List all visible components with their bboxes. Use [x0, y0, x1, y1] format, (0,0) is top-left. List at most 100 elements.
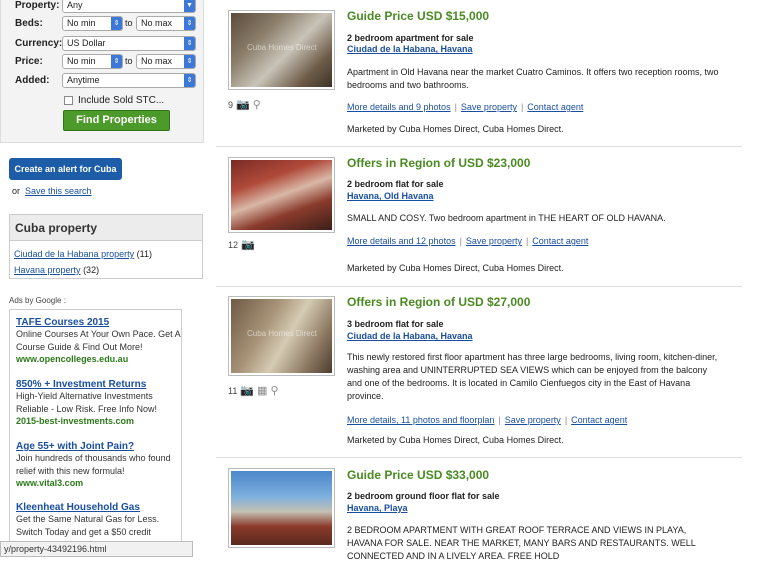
beds-max-select[interactable]: No max ⇕: [136, 16, 196, 31]
ads-label: Ads by Google :: [9, 296, 66, 305]
chevron-down-icon: ▼: [184, 0, 195, 12]
find-properties-button[interactable]: Find Properties: [63, 110, 170, 131]
listing-card: Cuba Homes Direct 9 📷 ⚲ Guide Price USD $1…: [216, 0, 742, 147]
listing-description: SMALL AND COSY. Two bedroom apartment in…: [347, 213, 666, 223]
sidebar: Property: Any ▼ Beds: No min ⇕ to No max ⇕ …: [0, 0, 210, 557]
checkbox-icon[interactable]: [64, 96, 73, 105]
save-property-link[interactable]: Save property: [466, 236, 522, 246]
listing-type: 2 bedroom apartment for sale: [347, 33, 474, 43]
listing-card: 12 📷 Offers in Region of USD $23,000 2 be…: [216, 147, 742, 287]
ad-item: Age 55+ with Joint Pain? Join hundreds o…: [16, 441, 184, 488]
currency-label: Currency:: [15, 38, 63, 49]
ad-title[interactable]: Age 55+ with Joint Pain?: [16, 441, 184, 452]
cuba-link-row: Ciudad de la Habana property (11): [14, 249, 152, 259]
listing-links: More details and 9 photos | Save property…: [347, 102, 584, 112]
listing-photo[interactable]: [228, 157, 335, 233]
listing-price[interactable]: Offers in Region of USD $23,000: [347, 156, 530, 170]
listing-links: More details and 12 photos | Save propert…: [347, 236, 589, 246]
ad-url[interactable]: 2015-best-investments.com: [16, 416, 184, 426]
marketed-by: Marketed by Cuba Homes Direct, Cuba Home…: [347, 435, 564, 445]
listing-location[interactable]: Ciudad de la Habana, Havana: [347, 44, 473, 54]
listing-photo[interactable]: [228, 468, 335, 548]
listing-price[interactable]: Guide Price USD $33,000: [347, 468, 489, 482]
ad-item: 850% + Investment Returns High-Yield Alt…: [16, 379, 184, 426]
camera-icon: 📷: [241, 239, 255, 251]
camera-icon: 📷: [236, 99, 250, 111]
ad-url[interactable]: www.vital3.com: [16, 478, 184, 488]
listing-price[interactable]: Guide Price USD $15,000: [347, 9, 489, 23]
listing-description: Apartment in Old Havana near the market …: [347, 67, 719, 90]
listing-links: More details, 11 photos and floorplan | S…: [347, 415, 628, 425]
include-sold-checkbox[interactable]: Include Sold STC...: [64, 95, 164, 106]
save-search-row: or Save this search: [12, 186, 92, 196]
property-select[interactable]: Any ▼: [62, 0, 196, 13]
beds-to-label: to: [125, 18, 133, 28]
listing-meta: 12 📷: [228, 239, 255, 251]
ad-title[interactable]: TAFE Courses 2015: [16, 317, 184, 328]
ad-description: Get the Same Natural Gas for Less. Switc…: [16, 514, 160, 537]
listing-description: 2 BEDROOM APARTMENT WITH GREAT ROOF TERR…: [347, 525, 696, 561]
more-details-link[interactable]: More details and 9 photos: [347, 102, 451, 112]
contact-agent-link[interactable]: Contact agent: [532, 236, 588, 246]
ad-url[interactable]: www.opencolleges.edu.au: [16, 354, 184, 364]
marketed-by: Marketed by Cuba Homes Direct, Cuba Home…: [347, 263, 564, 273]
save-property-link[interactable]: Save property: [461, 102, 517, 112]
stepper-icon: ⇕: [184, 17, 195, 30]
ad-description: Online Courses At Your Own Pace. Get A C…: [16, 329, 181, 352]
ad-title[interactable]: Kleenheat Household Gas: [16, 502, 184, 513]
cuba-property-box: Cuba property Ciudad de la Habana proper…: [9, 214, 203, 279]
cuba-link-row: Havana property (32): [14, 265, 100, 275]
price-max-select[interactable]: No max ⇕: [136, 54, 196, 69]
stepper-icon: ⇕: [111, 55, 122, 68]
ad-title[interactable]: 850% + Investment Returns: [16, 379, 184, 390]
listing-description: This newly restored first floor apartmen…: [347, 352, 718, 401]
ciudad-habana-link[interactable]: Ciudad de la Habana property: [14, 249, 134, 259]
create-alert-button[interactable]: Create an alert for Cuba: [9, 158, 122, 180]
listing-location[interactable]: Havana, Old Havana: [347, 191, 434, 201]
listing-photo[interactable]: Cuba Homes Direct: [228, 10, 335, 90]
price-to-label: to: [125, 56, 133, 66]
listing-price[interactable]: Offers in Region of USD $27,000: [347, 295, 530, 309]
marketed-by: Marketed by Cuba Homes Direct, Cuba Home…: [347, 124, 564, 134]
stepper-icon: ⇕: [184, 74, 195, 87]
ad-description: Join hundreds of thousands who found rel…: [16, 453, 171, 476]
beds-label: Beds:: [15, 18, 43, 29]
price-min-select[interactable]: No min ⇕: [62, 54, 123, 69]
ad-description: High-Yield Alternative Investments Relia…: [16, 391, 158, 414]
listing-location[interactable]: Havana, Playa: [347, 503, 408, 513]
contact-agent-link[interactable]: Contact agent: [527, 102, 583, 112]
beds-min-select[interactable]: No min ⇕: [62, 16, 123, 31]
floorplan-icon: ▦: [257, 385, 268, 397]
photo-watermark: Cuba Homes Direct: [247, 43, 317, 52]
listing-type: 2 bedroom flat for sale: [347, 179, 444, 189]
stepper-icon: ⇕: [184, 55, 195, 68]
contact-agent-link[interactable]: Contact agent: [571, 415, 627, 425]
search-panel: Property: Any ▼ Beds: No min ⇕ to No max ⇕ …: [0, 0, 204, 143]
ad-item: TAFE Courses 2015 Online Courses At Your…: [16, 317, 184, 364]
ad-item: Kleenheat Household Gas Get the Same Nat…: [16, 502, 184, 539]
listing-photo[interactable]: Cuba Homes Direct: [228, 296, 335, 376]
havana-link[interactable]: Havana property: [14, 265, 81, 275]
stepper-icon: ⇕: [184, 37, 195, 50]
listing-location[interactable]: Ciudad de la Habana, Havana: [347, 331, 473, 341]
listing-card: Cuba Homes Direct 11 📷 ▦ ⚲ Offers in Region…: [216, 287, 742, 458]
listing-meta: 9 📷 ⚲: [228, 99, 261, 111]
more-details-link[interactable]: More details and 12 photos: [347, 236, 456, 246]
save-property-link[interactable]: Save property: [505, 415, 561, 425]
listing-type: 2 bedroom ground floor flat for sale: [347, 491, 500, 501]
photo-watermark: Cuba Homes Direct: [247, 329, 317, 338]
added-label: Added:: [15, 75, 50, 86]
property-label: Property:: [15, 0, 60, 11]
map-pin-icon: ⚲: [252, 99, 261, 111]
stepper-icon: ⇕: [111, 17, 122, 30]
currency-select[interactable]: US Dollar ⇕: [62, 36, 196, 51]
listing-card: Guide Price USD $33,000 2 bedroom ground…: [216, 458, 742, 561]
cuba-property-title: Cuba property: [10, 215, 202, 241]
more-details-link[interactable]: More details, 11 photos and floorplan: [347, 415, 494, 425]
added-select[interactable]: Anytime ⇕: [62, 73, 196, 88]
listings-column: Cuba Homes Direct 9 📷 ⚲ Guide Price USD $1…: [216, 0, 761, 561]
listing-meta: 11 📷 ▦ ⚲: [228, 385, 279, 397]
save-search-link[interactable]: Save this search: [25, 186, 92, 196]
listing-type: 3 bedroom flat for sale: [347, 319, 444, 329]
map-pin-icon: ⚲: [270, 385, 279, 397]
